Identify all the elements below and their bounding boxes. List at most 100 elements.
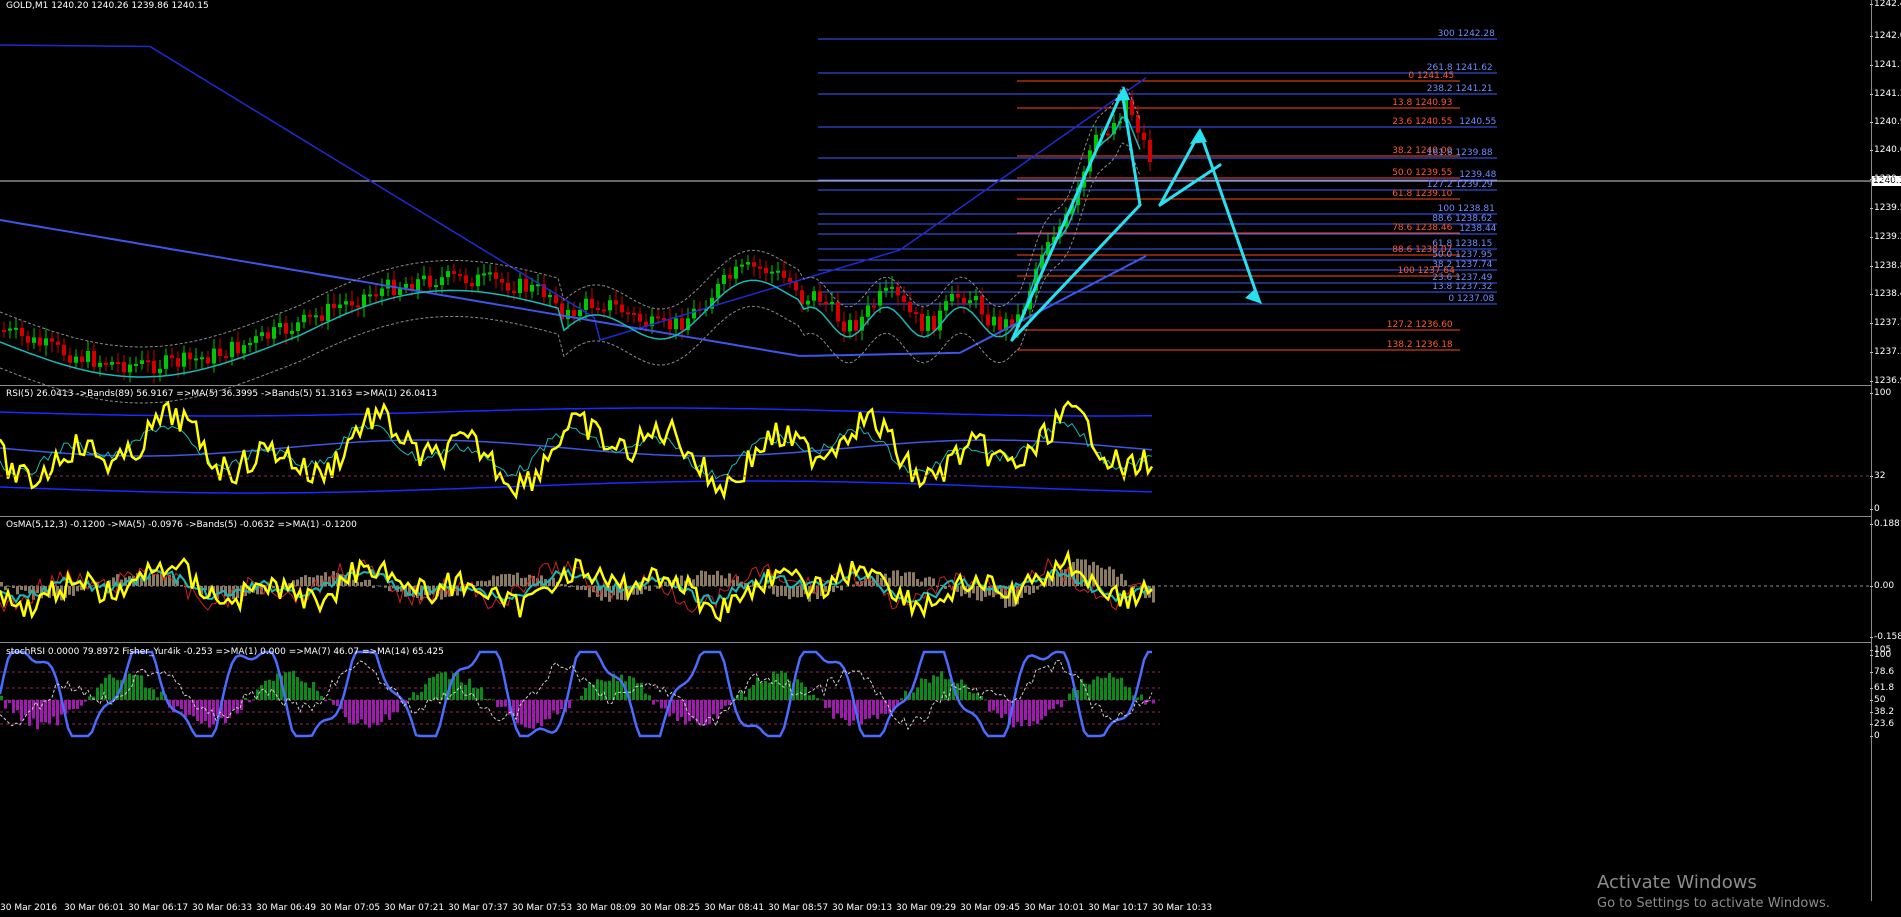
fib-level-label: 100 1238.81: [1437, 204, 1495, 214]
candle-body: [170, 355, 174, 359]
fisher-histogram-bar: [812, 694, 815, 700]
osma-histogram-bar: [916, 578, 919, 586]
fisher-histogram-bar: [312, 681, 315, 700]
candle-body: [470, 283, 474, 287]
fisher-histogram-bar: [712, 700, 715, 715]
osma-histogram-bar: [360, 582, 363, 586]
osma-histogram-bar: [304, 575, 307, 586]
fisher-histogram-bar: [1032, 700, 1035, 722]
fisher-histogram-bar: [368, 700, 371, 728]
fisher-histogram-bar: [1128, 687, 1131, 700]
candle-body: [110, 362, 114, 365]
candle-body: [848, 320, 852, 332]
candle-body: [464, 275, 468, 284]
fisher-histogram-bar: [96, 687, 99, 700]
fisher-histogram-bar: [548, 700, 551, 719]
fib-level-label: 138.2 1236.18: [1386, 340, 1453, 350]
price-tick-label: 1242.4: [1870, 0, 1901, 9]
candle-body: [716, 283, 720, 298]
fib-level-label: 127.2 1236.60: [1386, 320, 1453, 330]
fisher-histogram-bar: [808, 695, 811, 700]
fisher-histogram-bar: [292, 670, 295, 700]
fisher-histogram-bar: [768, 682, 771, 700]
fisher-histogram-bar: [76, 700, 79, 709]
candle-body: [812, 291, 816, 301]
fisher-histogram-bar: [332, 700, 335, 705]
candle-body: [200, 357, 204, 360]
osma-histogram-bar: [988, 586, 991, 596]
fisher-histogram-bar: [108, 674, 111, 700]
fisher-histogram-bar: [640, 682, 643, 700]
fisher-histogram-bar: [20, 700, 23, 722]
candle-body: [356, 305, 360, 308]
fisher-histogram-bar: [112, 677, 115, 700]
fisher-histogram-bar: [180, 700, 183, 709]
osma-histogram-bar: [372, 586, 375, 588]
candle-body: [626, 312, 630, 315]
fisher-histogram-bar: [692, 700, 695, 719]
time-axis-label: 30 Mar 09:29: [896, 903, 957, 913]
candle-body: [146, 360, 150, 363]
fisher-histogram-bar: [776, 673, 779, 700]
candle-body: [44, 338, 48, 346]
osma-tick-label: 0.1881: [1870, 519, 1901, 529]
candle-body: [782, 270, 786, 278]
candle-body: [14, 327, 18, 330]
fisher-histogram-bar: [536, 700, 539, 723]
fisher-histogram-bar: [40, 700, 43, 723]
fisher-histogram-bar: [1028, 700, 1031, 726]
candle-body: [212, 348, 216, 364]
candle-body: [986, 314, 990, 326]
fisher-histogram-bar: [780, 670, 783, 700]
osma-histogram-bar: [1032, 586, 1035, 594]
candle-body: [74, 356, 78, 363]
osma-histogram-bar: [308, 576, 311, 586]
fisher-histogram-bar: [1020, 700, 1023, 727]
stoch-tick-label: 78.6: [1869, 667, 1895, 677]
candle-body: [926, 316, 930, 331]
candle-body: [572, 309, 576, 317]
osma-histogram-bar: [832, 586, 835, 593]
osma-histogram-bar: [896, 570, 899, 586]
fisher-histogram-bar: [744, 696, 747, 700]
candle-body: [1142, 132, 1146, 140]
candle-body: [500, 278, 504, 283]
candle-body: [482, 273, 486, 276]
watermark-title: Activate Windows: [1597, 872, 1757, 893]
fisher-histogram-bar: [456, 670, 459, 700]
candle-body: [788, 277, 792, 282]
fisher-histogram-bar: [932, 675, 935, 700]
osma-histogram-bar: [568, 586, 571, 588]
candle-body: [248, 342, 252, 346]
time-axis-label: 30 Mar 07:37: [448, 903, 509, 913]
candle-body: [164, 355, 168, 369]
time-axis-label: 30 Mar 10:33: [1152, 903, 1213, 913]
fisher-histogram-bar: [1108, 672, 1111, 700]
fisher-histogram-bar: [1144, 700, 1147, 705]
time-axis-label: 30 Mar 07:05: [320, 903, 381, 913]
osma-histogram-bar: [932, 578, 935, 586]
fisher-histogram-bar: [532, 700, 535, 729]
fib-level-label: 1238.44: [1459, 224, 1497, 234]
candle-body: [362, 294, 366, 307]
chart-canvas[interactable]: [0, 0, 1901, 917]
fisher-histogram-bar: [644, 693, 647, 700]
fib-level-label: 78.6 1238.46: [1392, 223, 1453, 233]
fisher-histogram-bar: [348, 700, 351, 723]
candle-body: [50, 338, 54, 342]
osma-histogram-bar: [504, 574, 507, 586]
fisher-histogram-bar: [524, 700, 527, 728]
candle-body: [1148, 139, 1152, 163]
osma-tick-label: -0.1586: [1870, 632, 1901, 642]
fisher-histogram-bar: [464, 685, 467, 700]
candle-body: [506, 282, 510, 291]
osma-histogram-bar: [76, 586, 79, 592]
candle-body: [884, 287, 888, 291]
candle-body: [236, 341, 240, 354]
fisher-histogram-bar: [200, 700, 203, 724]
fisher-histogram-bar: [500, 700, 503, 707]
price-tick-label: 1239.2: [1870, 232, 1901, 242]
fisher-histogram-bar: [1016, 700, 1019, 722]
osma-histogram-bar: [152, 574, 155, 586]
osma-histogram-bar: [824, 586, 827, 592]
